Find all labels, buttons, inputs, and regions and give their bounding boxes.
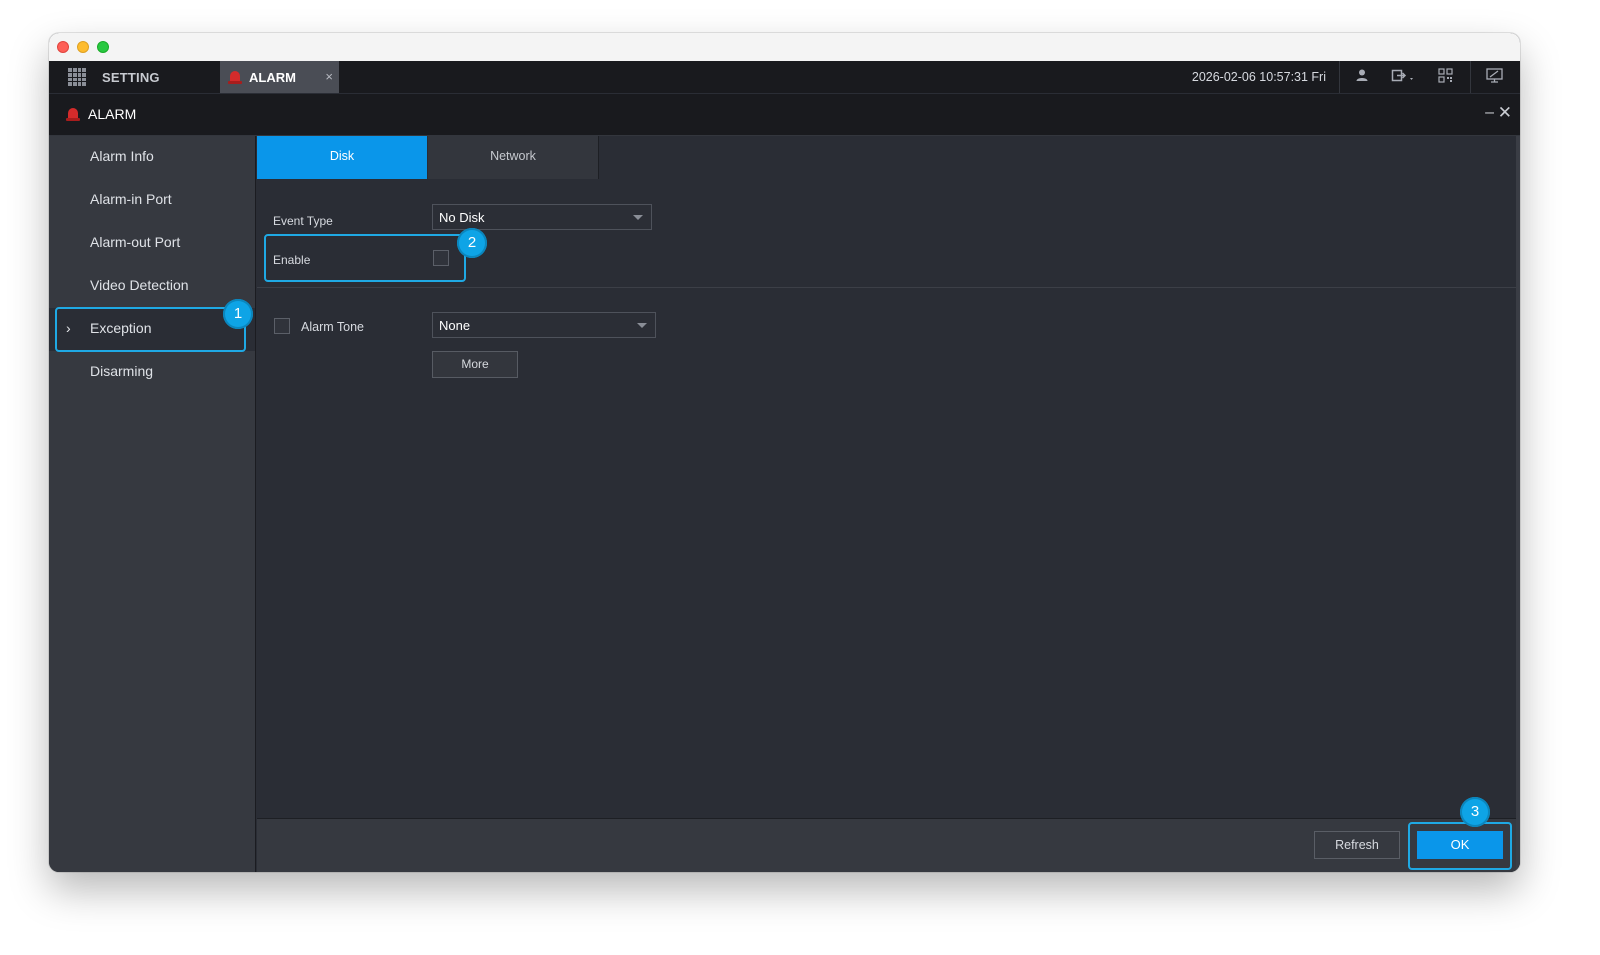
sidebar-item-alarm-in-port[interactable]: Alarm-in Port [49,179,255,222]
sidebar-item-alarm-info[interactable]: Alarm Info [49,136,255,179]
minimize-window-button[interactable] [77,41,89,53]
siren-icon [66,108,80,121]
event-type-select[interactable]: No Disk [432,204,652,230]
callout-badge: 3 [1460,797,1490,827]
sidebar-item-label: Alarm-in Port [90,191,172,207]
close-window-button[interactable] [57,41,69,53]
dropdown-caret-icon [633,215,643,220]
sidebar-item-disarming[interactable]: Disarming [49,351,255,394]
alarm-tone-select[interactable]: None [432,312,656,338]
window-titlebar [49,33,1520,62]
tab-alarm[interactable]: ALARM × [220,61,339,93]
dropdown-caret-icon [637,323,647,328]
sidebar-item-label: Video Detection [90,277,189,293]
minimize-panel-button[interactable]: – [1485,104,1494,122]
user-icon[interactable] [1353,68,1371,86]
alarm-tone-label: Alarm Tone [301,320,364,334]
sidebar-item-label: Alarm-out Port [90,234,181,250]
callout-highlight [1408,822,1512,870]
sidebar-item-label: Disarming [90,363,154,379]
section-divider [257,287,1520,288]
callout-badge: 2 [457,228,487,258]
app-window: SETTING ALARM × 2026-02-06 10:57:31 Fri … [49,33,1520,872]
tab-setting[interactable]: SETTING [49,61,219,93]
qr-code-icon[interactable] [1436,68,1454,86]
footer-bar: Refresh OK 3 [257,797,1520,872]
callout-highlight [55,307,246,352]
event-type-value: No Disk [439,210,485,225]
close-panel-button[interactable]: ✕ [1498,103,1512,123]
top-navigation-bar: SETTING ALARM × 2026-02-06 10:57:31 Fri [49,61,1520,93]
sidebar-item-label: Alarm Info [90,148,154,164]
close-tab-icon[interactable]: × [325,69,333,84]
event-type-label: Event Type [273,214,333,228]
zoom-window-button[interactable] [97,41,109,53]
toolbar-divider [1339,61,1340,93]
tab-network[interactable]: Network [428,136,599,179]
siren-icon [228,71,242,84]
callout-badge: 1 [223,299,253,329]
refresh-button[interactable]: Refresh [1314,831,1400,859]
alarm-tone-checkbox[interactable] [274,318,290,334]
tab-alarm-label: ALARM [249,70,296,85]
monitor-icon[interactable] [1485,68,1503,86]
sidebar-item-alarm-out-port[interactable]: Alarm-out Port [49,222,255,265]
panel-title: ALARM [88,106,137,122]
tab-disk[interactable]: Disk [257,136,427,179]
logout-icon[interactable] [1389,68,1419,86]
alarm-tone-value: None [439,318,471,333]
scrollbar[interactable] [1516,136,1520,872]
alarm-panel-header: ALARM – ✕ [49,94,1520,136]
more-button[interactable]: More [432,351,518,378]
callout-highlight [264,234,466,282]
tab-setting-label: SETTING [102,70,160,85]
sidebar-item-video-detection[interactable]: Video Detection [49,265,255,308]
main-content: Disk Network Event Type No Disk Enable 2… [255,136,1520,872]
toolbar-divider [1470,61,1471,93]
sidebar: Alarm Info Alarm-in Port Alarm-out Port … [49,136,255,872]
datetime-display: 2026-02-06 10:57:31 Fri [1191,70,1326,84]
grid-menu-icon [68,68,86,86]
